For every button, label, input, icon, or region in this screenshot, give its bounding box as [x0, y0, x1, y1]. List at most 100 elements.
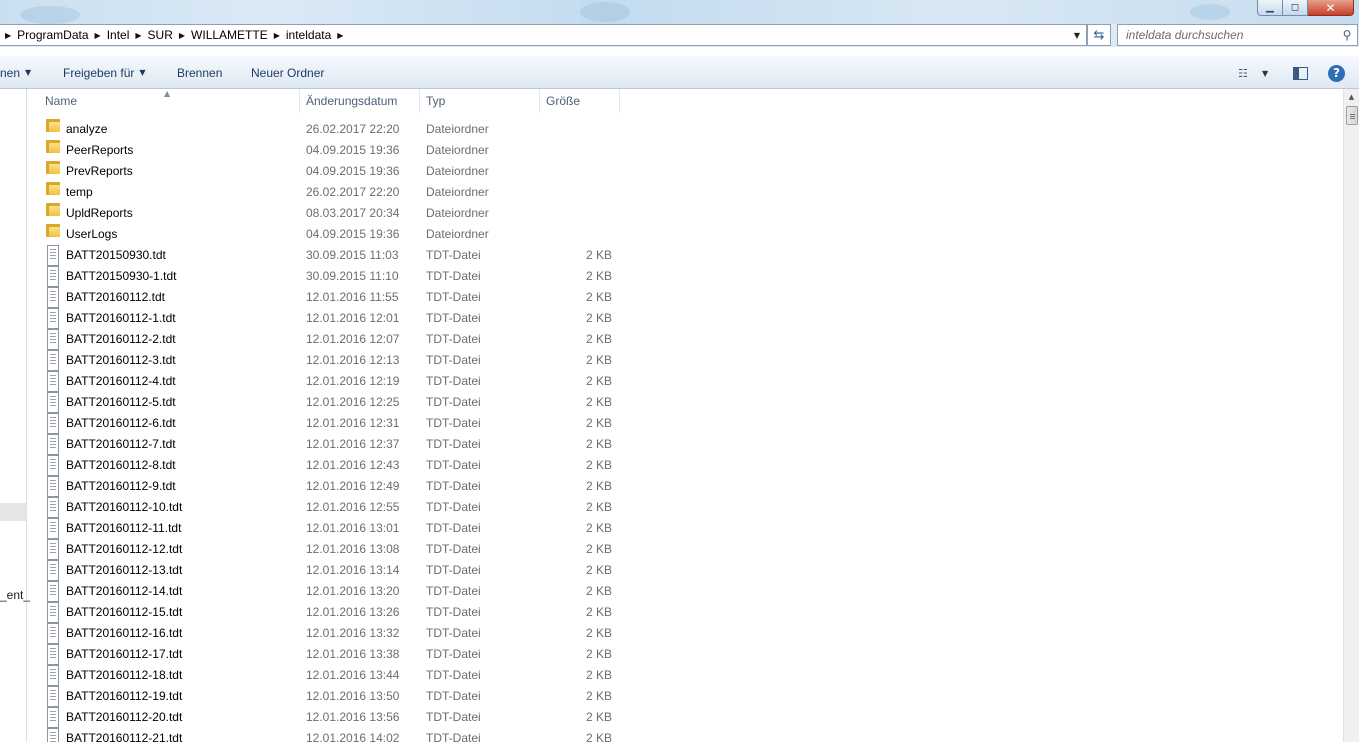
close-button[interactable]: ✕	[1308, 0, 1354, 16]
file-row[interactable]: BATT20160112-14.tdt 12.01.2016 13:20 TDT-D…	[27, 581, 1343, 602]
file-row[interactable]: PeerReports 04.09.2015 19:36 Dateiordner	[27, 140, 1343, 161]
file-name: analyze	[66, 122, 108, 136]
file-type: TDT-Datei	[426, 584, 481, 598]
file-row[interactable]: BATT20160112.tdt 12.01.2016 11:55 TDT-Date…	[27, 287, 1343, 308]
file-row[interactable]: analyze 26.02.2017 22:20 Dateiordner	[27, 119, 1343, 140]
column-date[interactable]: Änderungsdatum	[300, 89, 420, 113]
close-icon: ✕	[1325, 0, 1336, 15]
file-name: BATT20160112-2.tdt	[66, 332, 176, 346]
chevron-down-icon: ▼	[139, 68, 146, 77]
breadcrumb-item[interactable]: Intel	[106, 28, 131, 42]
file-row[interactable]: BATT20150930-1.tdt 30.09.2015 11:10 TDT-Da…	[27, 266, 1343, 287]
file-row[interactable]: BATT20160112-13.tdt 12.01.2016 13:14 TDT-D…	[27, 560, 1343, 581]
organize-button[interactable]: nen ▼	[0, 56, 31, 89]
file-row[interactable]: BATT20160112-21.tdt 12.01.2016 14:02 TDT-D…	[27, 728, 1343, 742]
scroll-thumb[interactable]	[1346, 106, 1358, 125]
file-row[interactable]: BATT20160112-2.tdt 12.01.2016 12:07 TDT-Da…	[27, 329, 1343, 350]
breadcrumb-separator-icon[interactable]: ▶	[269, 31, 285, 40]
file-row[interactable]: BATT20160112-18.tdt 12.01.2016 13:44 TDT-D…	[27, 665, 1343, 686]
column-size[interactable]: Größe	[540, 89, 620, 113]
column-type[interactable]: Typ	[420, 89, 540, 113]
navigation-pane[interactable]: _ent_	[0, 89, 30, 742]
burn-label: Brennen	[177, 65, 223, 80]
nav-selected-item[interactable]	[0, 503, 26, 521]
folder-icon	[46, 182, 62, 203]
file-name: UpldReports	[66, 206, 133, 220]
file-name: BATT20160112-21.tdt	[66, 731, 183, 742]
address-bar[interactable]: ▶ ProgramData ▶ Intel ▶ SUR ▶ WILLAMETTE ▶ inteld…	[0, 24, 1087, 46]
file-row[interactable]: BATT20160112-6.tdt 12.01.2016 12:31 TDT-Da…	[27, 413, 1343, 434]
file-row[interactable]: BATT20160112-3.tdt 12.01.2016 12:13 TDT-Da…	[27, 350, 1343, 371]
file-row[interactable]: BATT20160112-5.tdt 12.01.2016 12:25 TDT-Da…	[27, 392, 1343, 413]
breadcrumb-separator-icon[interactable]: ▶	[174, 31, 190, 40]
file-row[interactable]: BATT20160112-12.tdt 12.01.2016 13:08 TDT-D…	[27, 539, 1343, 560]
file-row[interactable]: BATT20150930.tdt 30.09.2015 11:03 TDT-Date…	[27, 245, 1343, 266]
file-row[interactable]: BATT20160112-4.tdt 12.01.2016 12:19 TDT-Da…	[27, 371, 1343, 392]
file-row[interactable]: BATT20160112-1.tdt 12.01.2016 12:01 TDT-Da…	[27, 308, 1343, 329]
preview-pane-button[interactable]	[1293, 64, 1308, 82]
file-date: 30.09.2015 11:10	[306, 269, 399, 283]
breadcrumb-item[interactable]: inteldata	[285, 28, 332, 42]
file-sheet	[47, 371, 59, 392]
file-date: 12.01.2016 13:32	[306, 626, 400, 640]
file-row[interactable]: BATT20160112-7.tdt 12.01.2016 12:37 TDT-Da…	[27, 434, 1343, 455]
file-name: BATT20160112-19.tdt	[66, 689, 183, 703]
file-row[interactable]: BATT20160112-11.tdt 12.01.2016 13:01 TDT-D…	[27, 518, 1343, 539]
file-size	[540, 182, 612, 203]
refresh-button[interactable]: ⇆	[1087, 24, 1111, 46]
new-folder-button[interactable]: Neuer Ordner	[251, 56, 324, 89]
view-options-button[interactable]: ▼	[1262, 64, 1268, 82]
file-row[interactable]: PrevReports 04.09.2015 19:36 Dateiordner	[27, 161, 1343, 182]
file-size	[540, 203, 612, 224]
file-sheet	[47, 329, 59, 350]
address-history-button[interactable]: ▼	[1068, 25, 1086, 45]
file-sheet	[47, 560, 59, 581]
file-size: 2 KB	[585, 542, 612, 556]
burn-button[interactable]: Brennen	[177, 56, 222, 89]
search-icon[interactable]: ⚲	[1337, 28, 1357, 42]
folder-front	[49, 185, 60, 195]
column-name[interactable]: Name	[39, 89, 300, 113]
file-row[interactable]: BATT20160112-10.tdt 12.01.2016 12:55 TDT-D…	[27, 497, 1343, 518]
file-size: 2 KB	[585, 416, 612, 430]
file-date: 12.01.2016 12:43	[306, 458, 400, 472]
breadcrumb-separator-icon[interactable]: ▶	[332, 31, 348, 40]
file-row[interactable]: UserLogs 04.09.2015 19:36 Dateiordner	[27, 224, 1343, 245]
file-row[interactable]: temp 26.02.2017 22:20 Dateiordner	[27, 182, 1343, 203]
help-button[interactable]: ?	[1328, 64, 1345, 82]
breadcrumb-separator-icon[interactable]: ▶	[0, 31, 16, 40]
share-with-button[interactable]: Freigeben für ▼	[63, 56, 146, 89]
search-box[interactable]: ⚲	[1117, 24, 1358, 46]
maximize-button[interactable]: ◻	[1283, 0, 1308, 16]
file-name: BATT20160112-4.tdt	[66, 374, 176, 388]
folder-icon	[46, 119, 62, 140]
nav-item-label[interactable]: _ent_	[0, 588, 30, 602]
minimize-button[interactable]: ▁	[1257, 0, 1283, 16]
file-sheet	[47, 245, 59, 266]
document-icon	[46, 266, 62, 287]
breadcrumb-separator-icon[interactable]: ▶	[130, 31, 146, 40]
change-view-button[interactable]: ☷	[1238, 64, 1248, 82]
breadcrumb-separator-icon[interactable]: ▶	[90, 31, 106, 40]
breadcrumb-item[interactable]: WILLAMETTE	[190, 28, 269, 42]
breadcrumb-item[interactable]: ProgramData	[16, 28, 89, 42]
file-row[interactable]: BATT20160112-8.tdt 12.01.2016 12:43 TDT-Da…	[27, 455, 1343, 476]
file-row[interactable]: BATT20160112-17.tdt 12.01.2016 13:38 TDT-D…	[27, 644, 1343, 665]
file-row[interactable]: BATT20160112-16.tdt 12.01.2016 13:32 TDT-D…	[27, 623, 1343, 644]
vertical-scrollbar[interactable]: ▲	[1343, 89, 1359, 742]
file-size: 2 KB	[585, 563, 612, 577]
file-row[interactable]: BATT20160112-19.tdt 12.01.2016 13:50 TDT-D…	[27, 686, 1343, 707]
file-sheet	[47, 644, 59, 665]
file-row[interactable]: UpldReports 08.03.2017 20:34 Dateiordner	[27, 203, 1343, 224]
file-size: 2 KB	[585, 458, 612, 472]
file-type: TDT-Datei	[426, 500, 481, 514]
file-list[interactable]: analyze 26.02.2017 22:20 Dateiordner PeerRe…	[27, 119, 1343, 742]
file-row[interactable]: BATT20160112-15.tdt 12.01.2016 13:26 TDT-D…	[27, 602, 1343, 623]
chevron-down-icon: ▼	[1262, 68, 1269, 78]
file-row[interactable]: BATT20160112-20.tdt 12.01.2016 13:56 TDT-D…	[27, 707, 1343, 728]
folder-shape	[46, 224, 60, 245]
search-input[interactable]	[1118, 26, 1337, 44]
scroll-up-button[interactable]: ▲	[1344, 89, 1359, 105]
file-row[interactable]: BATT20160112-9.tdt 12.01.2016 12:49 TDT-Da…	[27, 476, 1343, 497]
breadcrumb-item[interactable]: SUR	[147, 28, 174, 42]
